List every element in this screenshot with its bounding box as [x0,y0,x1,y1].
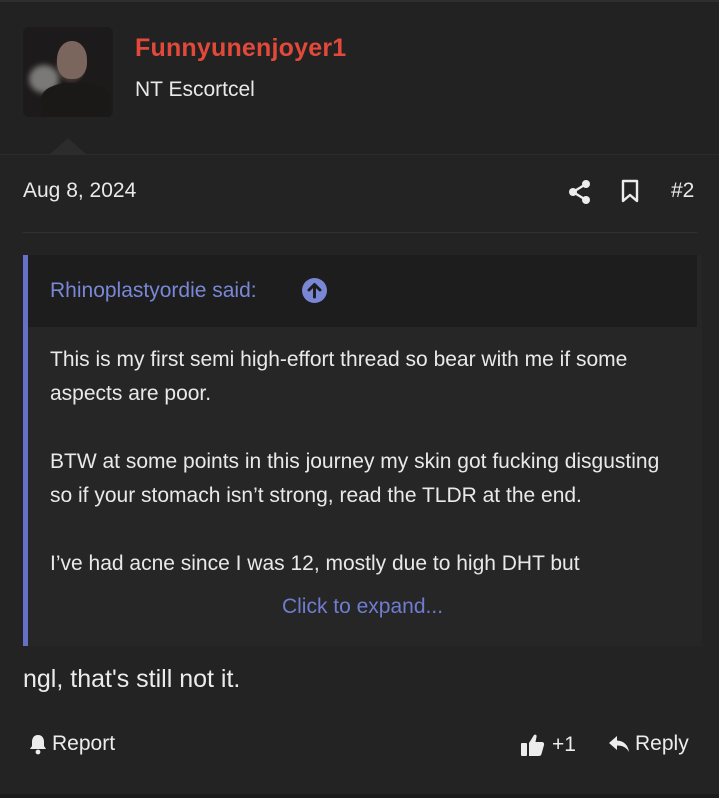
avatar-body [41,83,111,117]
post-actions: Report +1 Reply [0,730,719,766]
post-number[interactable]: #2 [671,179,694,203]
report-label: Report [52,732,116,755]
avatar[interactable] [23,27,113,117]
user-title: NT Escortcel [135,78,255,101]
quote-block: Rhinoplastyordie said: This is my first … [23,255,702,646]
report-button[interactable]: Report [28,732,115,756]
click-to-expand-link[interactable]: Click to expand... [28,595,697,619]
bookmark-icon[interactable] [621,179,639,203]
meta-divider [23,232,697,233]
username[interactable]: Funnyunenjoyer1 [135,34,346,63]
bell-icon [28,733,48,755]
quote-header: Rhinoplastyordie said: [28,255,697,327]
like-count: +1 [552,733,576,756]
like-button[interactable]: +1 [520,732,576,758]
post-body: Aug 8, 2024 #2 Rhinoplastyordie said: Th… [0,154,719,795]
quote-author[interactable]: Rhinoplastyordie said: [50,279,257,303]
reply-label: Reply [635,732,689,755]
thumbs-up-icon [520,732,546,758]
reply-arrow-icon [607,733,631,755]
avatar-head [57,41,87,79]
quote-paragraph: This is my first semi high-effort thread… [50,348,628,405]
post-user-header: Funnyunenjoyer1 NT Escortcel [0,2,719,156]
arrow-up-circle-icon[interactable] [302,278,327,303]
post-date[interactable]: Aug 8, 2024 [23,179,136,203]
quote-paragraph: BTW at some points in this journey my sk… [50,450,660,507]
reply-button[interactable]: Reply [607,732,689,756]
post-message: ngl, that's still not it. [23,665,241,693]
share-icon[interactable] [568,179,592,205]
bottom-divider [0,794,719,798]
